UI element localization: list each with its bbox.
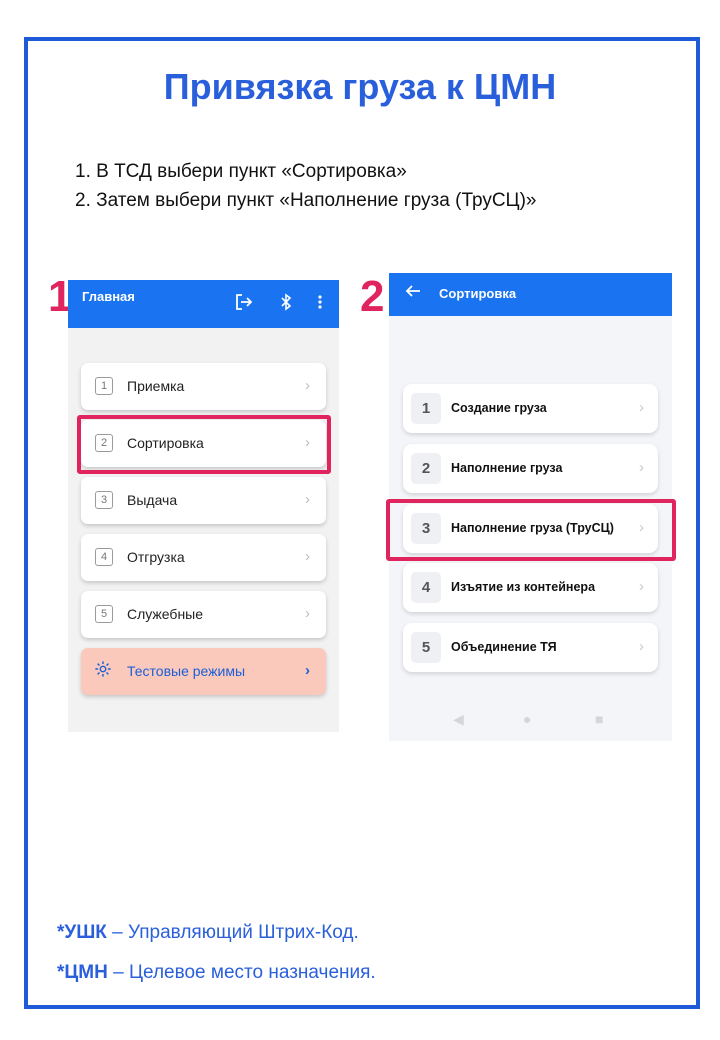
item-number: 3 bbox=[95, 491, 113, 509]
bluetooth-icon[interactable] bbox=[276, 292, 296, 317]
app-header: Сортировка bbox=[389, 273, 672, 316]
item-label: Создание груза bbox=[451, 401, 547, 415]
item-label: Изъятие из контейнера bbox=[451, 580, 596, 594]
footnote-term: *УШК bbox=[57, 922, 107, 943]
step-2: 2. Затем выбери пункт «Наполнение груза … bbox=[75, 190, 537, 211]
sort-item-create-cargo[interactable]: 1 Создание груза › bbox=[403, 384, 658, 433]
footnote-cmn: *ЦМН – Целевое место назначения. bbox=[57, 953, 376, 993]
page-title: Привязка груза к ЦМН bbox=[163, 66, 557, 107]
item-label: Служебные bbox=[127, 606, 204, 622]
highlight-fill-cargo-trusc bbox=[386, 499, 676, 561]
item-number: 2 bbox=[411, 453, 441, 484]
header-title: Сортировка bbox=[439, 286, 517, 301]
footnote-term: *ЦМН bbox=[57, 962, 108, 983]
nav-recents-icon[interactable]: ■ bbox=[595, 711, 603, 727]
chevron-right-icon: › bbox=[305, 605, 310, 622]
footnote-definition: – Управляющий Штрих-Код. bbox=[106, 922, 359, 943]
item-label: Выдача bbox=[127, 492, 178, 508]
footnote-definition: – Целевое место назначения. bbox=[107, 962, 376, 983]
nav-home-icon[interactable]: ● bbox=[523, 711, 531, 727]
sort-item-remove-from-container[interactable]: 4 Изъятие из контейнера › bbox=[403, 563, 658, 612]
step-1: 1. В ТСД выбери пункт «Сортировка» bbox=[75, 161, 407, 182]
header-title: Главная bbox=[82, 289, 135, 304]
chevron-right-icon: › bbox=[639, 578, 644, 595]
menu-item-test-modes[interactable]: Тестовые режимы › bbox=[81, 648, 326, 695]
sort-item-fill-cargo[interactable]: 2 Наполнение груза › bbox=[403, 444, 658, 493]
chevron-right-icon: › bbox=[305, 491, 310, 508]
highlight-sorting bbox=[77, 415, 331, 474]
item-number: 4 bbox=[411, 572, 441, 603]
item-number: 1 bbox=[95, 377, 113, 395]
app-header: Главная bbox=[68, 280, 339, 328]
menu-item-shipment[interactable]: 4 Отгрузка › bbox=[81, 534, 326, 581]
item-label: Отгрузка bbox=[127, 549, 185, 565]
item-label: Приемка bbox=[127, 378, 185, 394]
more-vert-icon[interactable] bbox=[316, 292, 324, 317]
screen-1-main: Главная 1 Приемка › 2 Сортировка › 3 Выд… bbox=[68, 280, 339, 732]
back-arrow-icon[interactable] bbox=[405, 283, 421, 303]
chevron-right-icon: › bbox=[305, 548, 310, 565]
instruction-steps: 1. В ТСД выбери пункт «Сортировка» 2. За… bbox=[75, 157, 537, 215]
chevron-right-icon: › bbox=[639, 399, 644, 416]
item-number: 4 bbox=[95, 548, 113, 566]
logout-icon[interactable] bbox=[234, 292, 254, 317]
footnote-ushk: *УШК – Управляющий Штрих-Код. bbox=[57, 913, 376, 953]
chevron-right-icon: › bbox=[639, 638, 644, 655]
chevron-right-icon: › bbox=[305, 662, 310, 679]
menu-item-receiving[interactable]: 1 Приемка › bbox=[81, 363, 326, 410]
chevron-right-icon: › bbox=[305, 377, 310, 394]
screen-2-number: 2 bbox=[360, 272, 385, 321]
item-number: 1 bbox=[411, 393, 441, 424]
menu-item-service[interactable]: 5 Служебные › bbox=[81, 591, 326, 638]
menu-item-issue[interactable]: 3 Выдача › bbox=[81, 477, 326, 524]
item-number: 5 bbox=[411, 632, 441, 663]
item-number: 5 bbox=[95, 605, 113, 623]
footnotes: *УШК – Управляющий Штрих-Код. *ЦМН – Цел… bbox=[57, 913, 376, 993]
item-label: Объединение ТЯ bbox=[451, 640, 557, 654]
gear-icon bbox=[94, 660, 112, 682]
sort-item-merge-ty[interactable]: 5 Объединение ТЯ › bbox=[403, 623, 658, 672]
nav-back-icon[interactable]: ◀ bbox=[453, 711, 464, 728]
item-label: Наполнение груза bbox=[451, 461, 563, 475]
item-label: Тестовые режимы bbox=[127, 663, 246, 679]
chevron-right-icon: › bbox=[639, 459, 644, 476]
